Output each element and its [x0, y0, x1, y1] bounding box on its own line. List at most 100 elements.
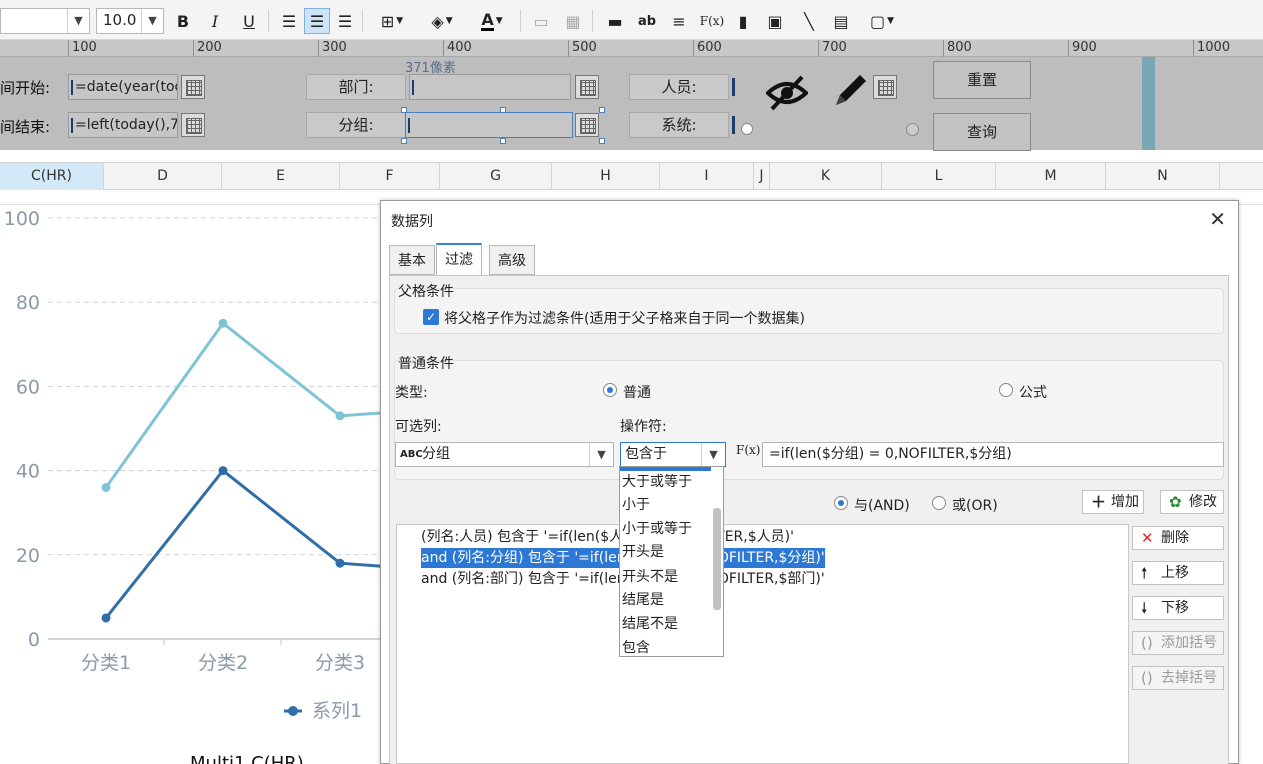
font-color-icon[interactable]: A ▼: [470, 8, 514, 34]
slash-icon[interactable]: ╲: [796, 8, 822, 34]
font-family-combo[interactable]: ▼: [0, 8, 90, 34]
column-header[interactable]: J: [754, 163, 770, 190]
border-icon[interactable]: ⊞ ▼: [372, 8, 412, 34]
radio-or[interactable]: [932, 496, 946, 510]
formula-icon[interactable]: F(x): [736, 443, 760, 457]
eye-slash-icon[interactable]: [766, 75, 808, 111]
column-header[interactable]: L: [882, 163, 996, 190]
dept-label: 部门:: [306, 74, 406, 100]
bold-icon[interactable]: B: [170, 8, 196, 34]
tree-select-icon[interactable]: [575, 75, 599, 99]
add-bracket-button[interactable]: () 添加括号: [1132, 631, 1224, 655]
merge-icon[interactable]: ▭: [528, 8, 554, 34]
tree-select-icon[interactable]: [575, 113, 599, 137]
modify-button[interactable]: ✿ 修改: [1160, 490, 1224, 514]
formula-field[interactable]: =if(len($分组) = 0,NOFILTER,$分组): [762, 442, 1224, 467]
dept-input[interactable]: [409, 74, 571, 100]
tree-select-icon[interactable]: [873, 75, 897, 99]
column-header[interactable]: F: [340, 163, 440, 190]
chevron-down-icon[interactable]: ▼: [701, 443, 725, 466]
underline-icon[interactable]: U: [236, 8, 262, 34]
column-header[interactable]: G: [440, 163, 552, 190]
start-time-input[interactable]: =date(year(toda: [68, 74, 178, 100]
list-item[interactable]: 开头是: [622, 541, 664, 564]
align-left-icon[interactable]: ☰: [276, 8, 302, 34]
image-icon[interactable]: ▣: [762, 8, 788, 34]
check-icon[interactable]: ✓: [423, 309, 439, 325]
align-right-icon[interactable]: ☰: [332, 8, 358, 34]
frame-icon[interactable]: ▢ ▼: [862, 8, 902, 34]
selection-handle[interactable]: [401, 107, 407, 113]
grid-icon[interactable]: ▦: [560, 8, 586, 34]
selection-handle[interactable]: [500, 107, 506, 113]
fill-color-icon[interactable]: ◈ ▼: [422, 8, 462, 34]
x-tick-label: 分类2: [198, 652, 248, 674]
group-input[interactable]: [405, 112, 573, 138]
italic-icon[interactable]: I: [202, 8, 228, 34]
list-item[interactable]: 开头不是: [622, 566, 678, 589]
radio-icon[interactable]: [741, 123, 753, 135]
move-down-button[interactable]: 🠗 下移: [1132, 596, 1224, 620]
reset-button[interactable]: 重置: [933, 61, 1031, 99]
chevron-down-icon[interactable]: ▼: [67, 9, 89, 33]
column-header[interactable]: E: [222, 163, 340, 190]
selection-handle[interactable]: [500, 138, 506, 144]
selection-handle[interactable]: [599, 107, 605, 113]
list-item[interactable]: 小于或等于: [622, 518, 692, 541]
column-header[interactable]: C(HR): [0, 163, 104, 190]
list-item[interactable]: 结尾是: [622, 589, 664, 612]
font-size-combo[interactable]: 10.0 ▼: [96, 8, 164, 34]
normal-group-title: 普通条件: [398, 356, 454, 372]
list-item[interactable]: 包含: [622, 637, 650, 660]
y-tick-label: 60: [16, 376, 40, 398]
paragraph-icon[interactable]: ≡: [666, 8, 692, 34]
query-button[interactable]: 查询: [933, 113, 1031, 151]
line-chart[interactable]: 020406080100分类1分类2分类3分类4系列1: [0, 205, 380, 764]
list-item[interactable]: (列名:人员) 包含于 '=if(len($人员) = 0,NOFILTER,$…: [421, 527, 794, 547]
column-select[interactable]: ABC 分组 ▼: [395, 442, 614, 467]
remove-bracket-button[interactable]: () 去掉括号: [1132, 666, 1224, 690]
list-item[interactable]: 小于: [622, 494, 650, 517]
align-center-icon[interactable]: ☰: [304, 8, 330, 34]
report-icon[interactable]: ▤: [828, 8, 854, 34]
system-input-marker[interactable]: [732, 116, 735, 134]
radio-normal[interactable]: [603, 383, 617, 397]
column-header[interactable]: H: [552, 163, 660, 190]
selection-handle[interactable]: [599, 138, 605, 144]
scrollbar[interactable]: [713, 508, 721, 610]
move-up-button[interactable]: 🠕 上移: [1132, 561, 1224, 585]
end-time-input[interactable]: =left(today(),7): [68, 112, 178, 138]
ab-icon[interactable]: ab: [634, 8, 660, 34]
tab-basic[interactable]: 基本: [389, 245, 435, 275]
formula-icon[interactable]: F(x): [698, 8, 726, 34]
chevron-down-icon[interactable]: ▼: [589, 443, 613, 466]
close-icon[interactable]: ✕: [1209, 207, 1226, 231]
chevron-down-icon[interactable]: ▼: [141, 9, 163, 33]
column-header[interactable]: I: [660, 163, 754, 190]
list-item[interactable]: 大于或等于: [622, 471, 692, 494]
calendar-icon[interactable]: [181, 113, 205, 137]
column-header[interactable]: N: [1106, 163, 1220, 190]
text-icon[interactable]: ▬: [602, 8, 628, 34]
selection-handle[interactable]: [401, 138, 407, 144]
column-header[interactable]: D: [104, 163, 222, 190]
tab-advanced[interactable]: 高级: [489, 245, 535, 275]
tab-filter[interactable]: 过滤: [436, 243, 482, 276]
scrollbar[interactable]: [1142, 57, 1155, 150]
radio-and[interactable]: [834, 496, 848, 510]
calendar-icon[interactable]: [181, 75, 205, 99]
condition-list[interactable]: (列名:人员) 包含于 '=if(len($人员) = 0,NOFILTER,$…: [396, 524, 1129, 764]
pencil-icon[interactable]: [830, 71, 870, 111]
radio-formula[interactable]: [999, 383, 1013, 397]
add-button[interactable]: ＋增加: [1082, 490, 1144, 514]
list-item[interactable]: 结尾不是: [622, 613, 678, 636]
radio-icon[interactable]: [906, 123, 919, 136]
person-input-marker[interactable]: [732, 78, 735, 96]
delete-button[interactable]: ✕ 删除: [1132, 526, 1224, 550]
operator-dropdown-list[interactable]: 大于或等于 小于 小于或等于 开头是 开头不是 结尾是 结尾不是 包含: [619, 466, 724, 657]
column-header[interactable]: M: [996, 163, 1106, 190]
group-label: 分组:: [306, 112, 406, 138]
operator-select[interactable]: 包含于 ▼: [620, 442, 726, 467]
bar-chart-icon[interactable]: ▮: [730, 8, 756, 34]
column-header[interactable]: K: [770, 163, 882, 190]
